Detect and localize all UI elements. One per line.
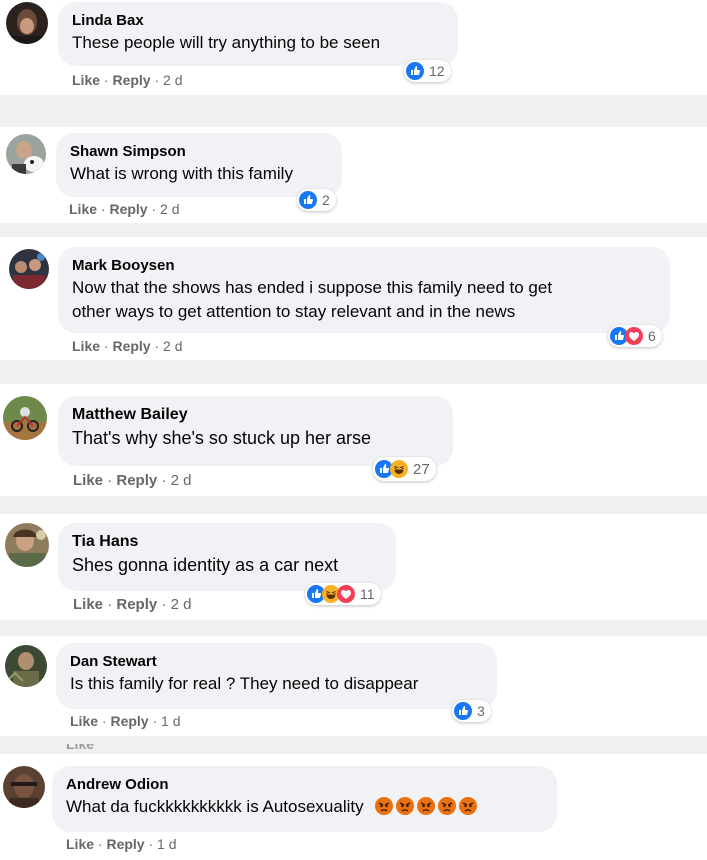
- reaction-count: 11: [360, 586, 375, 602]
- like-link[interactable]: Like: [70, 713, 98, 729]
- reaction-summary[interactable]: 2: [297, 189, 336, 211]
- separator: ·: [154, 338, 160, 354]
- comment-text: What da fuckkkkkkkkkk is Autosexuality: [66, 795, 543, 819]
- reaction-count: 27: [413, 460, 430, 478]
- reply-link[interactable]: Reply: [116, 472, 157, 489]
- avatar[interactable]: [3, 396, 47, 440]
- separator: ·: [154, 72, 160, 88]
- reaction-count: 12: [429, 63, 445, 79]
- comment-bubble: Matthew Bailey That's why she's so stuck…: [58, 396, 453, 466]
- avatar[interactable]: [5, 645, 47, 687]
- comment-author[interactable]: Tia Hans: [72, 532, 382, 552]
- separator: ·: [107, 472, 113, 489]
- reaction-summary[interactable]: 6: [608, 325, 662, 347]
- comment-actions: Like · Reply · 2 d: [73, 472, 191, 489]
- angry-face-icon: [375, 797, 394, 815]
- avatar[interactable]: [6, 134, 46, 174]
- comment-actions: Like · Reply · 2 d: [72, 338, 183, 354]
- comment-timestamp[interactable]: 2 d: [171, 472, 192, 489]
- comment-bubble: Shawn Simpson What is wrong with this fa…: [56, 133, 342, 197]
- separator: ·: [151, 201, 157, 217]
- reaction-count: 2: [322, 192, 330, 208]
- reply-link[interactable]: Reply: [116, 596, 157, 613]
- like-link: Like: [66, 744, 95, 752]
- like-link[interactable]: Like: [72, 338, 100, 354]
- comment-author[interactable]: Linda Bax: [72, 11, 444, 31]
- cropped-actions-row: Like: [66, 744, 94, 752]
- haha-reaction-icon: [390, 460, 408, 478]
- comment-bubble: Linda Bax These people will try anything…: [58, 2, 458, 66]
- comment-author[interactable]: Matthew Bailey: [72, 405, 439, 425]
- comment-bubble: Dan Stewart Is this family for real ? Th…: [56, 643, 497, 709]
- comment-text: Shes gonna identity as a car next: [72, 555, 339, 575]
- comment-bubble: Tia Hans Shes gonna identity as a car ne…: [58, 523, 396, 591]
- comment-timestamp[interactable]: 2 d: [171, 596, 192, 613]
- comment-timestamp[interactable]: 1 d: [157, 836, 176, 852]
- like-link[interactable]: Like: [73, 472, 103, 489]
- comment-actions: Like · Reply · 2 d: [69, 201, 180, 217]
- comment-bubble: Mark Booysen Now that the shows has ende…: [58, 247, 670, 333]
- reaction-summary[interactable]: 11: [305, 583, 381, 605]
- comment-timestamp[interactable]: 2 d: [160, 201, 179, 217]
- comment-actions: Like · Reply · 2 d: [73, 596, 191, 613]
- love-reaction-icon: [625, 327, 643, 345]
- separator: ·: [103, 72, 109, 88]
- avatar[interactable]: [9, 249, 49, 289]
- comment-actions: Like · Reply · 1 d: [66, 836, 177, 852]
- reaction-count: 6: [648, 328, 656, 344]
- separator: ·: [100, 201, 106, 217]
- comment-timestamp[interactable]: 1 d: [161, 713, 180, 729]
- angry-face-icon: [417, 797, 436, 815]
- reaction-summary[interactable]: 27: [373, 457, 436, 481]
- separator: ·: [152, 713, 158, 729]
- comment-author[interactable]: Andrew Odion: [66, 775, 543, 795]
- reply-link[interactable]: Reply: [109, 201, 147, 217]
- comment-timestamp[interactable]: 2 d: [163, 72, 182, 88]
- like-link[interactable]: Like: [73, 596, 103, 613]
- like-link[interactable]: Like: [66, 836, 94, 852]
- reply-link[interactable]: Reply: [110, 713, 148, 729]
- love-reaction-icon: [337, 585, 355, 603]
- angry-face-icon: [396, 797, 415, 815]
- avatar[interactable]: [3, 766, 45, 808]
- like-reaction-icon: [299, 191, 317, 209]
- comment-text: These people will try anything to be see…: [72, 33, 381, 52]
- comment-actions: Like · Reply · 1 d: [70, 713, 181, 729]
- like-link[interactable]: Like: [72, 72, 100, 88]
- separator: ·: [148, 836, 154, 852]
- comment-author[interactable]: Dan Stewart: [70, 652, 483, 672]
- reply-link[interactable]: Reply: [106, 836, 144, 852]
- like-link[interactable]: Like: [69, 201, 97, 217]
- separator: ·: [161, 472, 167, 489]
- comment-text-line: Now that the shows has ended i suppose t…: [72, 278, 553, 297]
- comment-timestamp[interactable]: 2 d: [163, 338, 182, 354]
- reply-link[interactable]: Reply: [112, 338, 150, 354]
- comment-text-content: What da fuckkkkkkkkkk is Autosexuality: [66, 797, 364, 816]
- avatar[interactable]: [5, 523, 49, 567]
- separator: ·: [101, 713, 107, 729]
- comment-text-line: other ways to get attention to stay rele…: [72, 302, 516, 321]
- reaction-summary[interactable]: 12: [404, 60, 451, 82]
- separator: ·: [103, 338, 109, 354]
- like-reaction-icon: [454, 702, 472, 720]
- reply-link[interactable]: Reply: [112, 72, 150, 88]
- like-reaction-icon: [406, 62, 424, 80]
- comment-author[interactable]: Shawn Simpson: [70, 142, 328, 162]
- separator: ·: [161, 596, 167, 613]
- comment-actions: Like · Reply · 2 d: [72, 72, 183, 88]
- avatar[interactable]: [6, 2, 48, 44]
- comment-author[interactable]: Mark Booysen: [72, 256, 656, 276]
- reaction-summary[interactable]: 3: [452, 700, 491, 722]
- separator: ·: [107, 596, 113, 613]
- comment-text: What is wrong with this family: [70, 164, 293, 183]
- emoji-group: [372, 797, 478, 816]
- reaction-count: 3: [477, 703, 485, 719]
- comment-text: Is this family for real ? They need to d…: [70, 674, 419, 693]
- angry-face-icon: [438, 797, 457, 815]
- separator: ·: [97, 836, 103, 852]
- angry-face-icon: [459, 797, 478, 815]
- comment-text: That's why she's so stuck up her arse: [72, 428, 372, 448]
- comment-bubble: Andrew Odion What da fuckkkkkkkkkk is Au…: [52, 766, 557, 832]
